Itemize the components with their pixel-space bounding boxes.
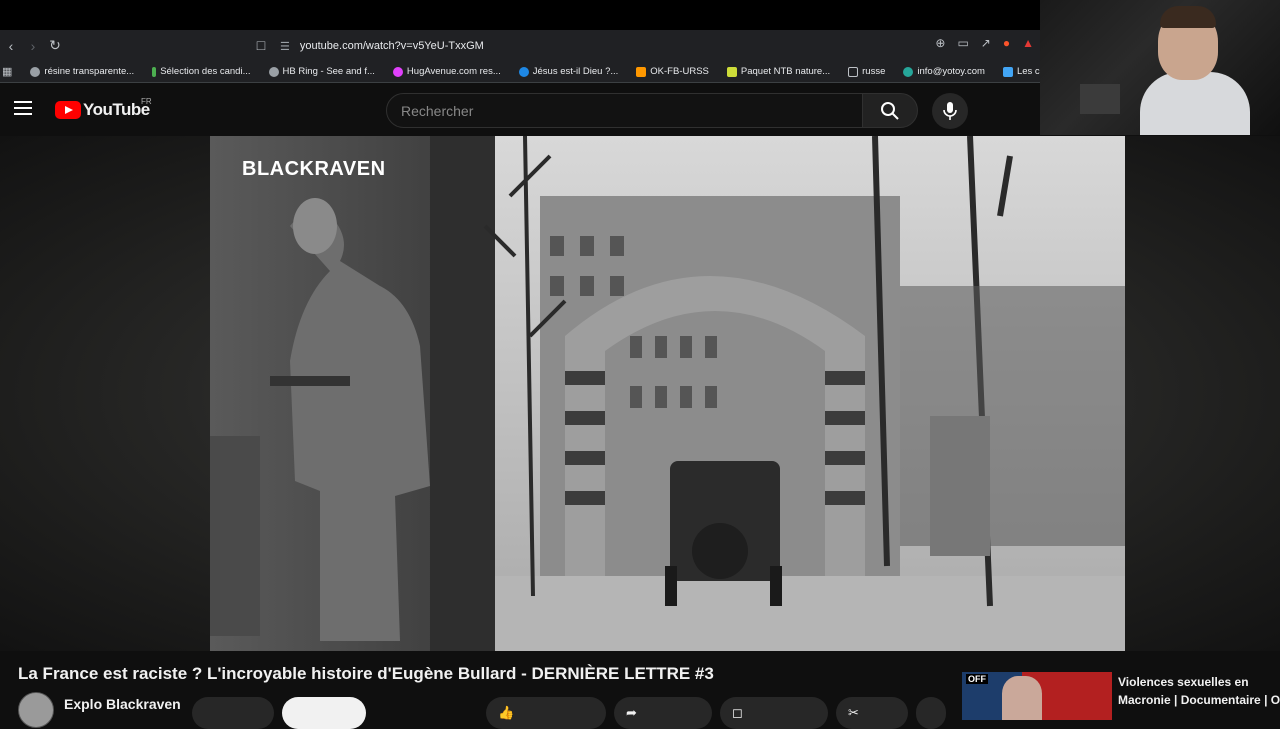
voice-search-button[interactable] [932,93,968,129]
search-button[interactable] [862,93,918,128]
recommended-title-line: Violences sexuelles en [1118,675,1249,689]
hamburger-menu-icon[interactable] [14,101,32,115]
back-icon[interactable]: ‹ [0,35,22,57]
bookmark-item[interactable]: Les concours d'aute... [1002,66,1040,77]
like-dislike-button[interactable]: 👍 [486,697,606,729]
url-text[interactable]: youtube.com/watch?v=v5YeU-TxxGM [300,40,484,52]
bookmark-item[interactable]: info@yotoy.com [903,66,985,77]
forward-icon[interactable]: › [22,35,44,57]
address-bar-actions: ⊕ ▭ ↗ ● ▲ [935,36,1034,50]
extension-brave-icon[interactable]: ● [1003,36,1010,50]
bookmark-item[interactable]: Jésus est-il Dieu ?... [518,66,618,77]
video-frame-image [210,136,1125,651]
thumbs-up-icon: 👍 [498,705,515,720]
webcam-person-hair [1160,6,1216,28]
webcam-overlay [1040,0,1280,135]
webcam-background-shelf [1080,84,1120,114]
recommended-video-thumbnail[interactable]: OFF [962,672,1112,720]
address-bar[interactable]: ☰ youtube.com/watch?v=v5YeU-TxxGM [280,34,484,58]
recommended-title-line: Macronie | Documentaire | OF [1118,693,1280,707]
bookmark-item[interactable]: OK-FB-URSS [636,66,709,77]
share-button[interactable]: ➦ [614,697,712,729]
bookmarks-bar: ▦ résine transparente... Sélection des c… [0,61,1040,83]
browser-toolbar: ‹ › ↻ □ ☰ youtube.com/watch?v=v5YeU-TxxG… [0,30,1040,61]
bookmark-favicon [152,66,157,77]
youtube-logo[interactable]: YouTube [55,100,150,120]
bookmark-favicon [636,66,647,77]
bookmark-item[interactable]: Sélection des candi... [152,66,251,77]
webcam-person-body [1140,72,1250,135]
clip-button[interactable]: ✂ [836,697,908,729]
recommended-video-title[interactable]: Violences sexuelles en Macronie | Docume… [1118,673,1280,709]
bookmark-item[interactable]: Paquet NTB nature... [726,66,830,77]
video-title: La France est raciste ? L'incroyable his… [18,664,714,683]
bookmark-favicon [518,66,529,77]
bookmark-favicon [903,66,914,77]
channel-watermark: BLACKRAVEN [242,158,386,180]
country-code: FR [141,97,152,106]
search-box[interactable] [386,93,864,128]
thumbnail-badge: OFF [966,674,988,684]
scissors-icon: ✂ [848,705,859,720]
search-input[interactable] [387,94,863,127]
save-button[interactable]: ◻ [720,697,828,729]
browser-title-strip [0,0,1040,30]
bookmark-item[interactable]: résine transparente... [30,66,134,77]
bookmark-favicon [268,66,279,77]
bookmark-favicon [1002,66,1013,77]
bookmark-favicon [30,66,41,77]
bookmark-favicon [726,66,737,77]
folder-icon [848,66,859,77]
subscribe-button[interactable] [282,697,366,729]
share-icon[interactable]: ↗ [981,36,991,50]
channel-avatar[interactable] [18,692,54,728]
microphone-icon [943,102,957,120]
save-icon: ◻ [732,705,743,720]
bookmark-star-icon[interactable]: □ [250,34,272,56]
video-player[interactable]: BLACKRAVEN [210,136,1125,651]
bookmark-folder[interactable]: russe [848,66,885,77]
youtube-header: YouTube FR [0,84,1040,136]
share-arrow-icon: ➦ [626,705,637,720]
bookmark-item[interactable]: HugAvenue.com res... [392,66,501,77]
zoom-icon[interactable]: ⊕ [935,36,945,50]
youtube-play-icon [55,101,81,119]
bookmark-favicon [392,66,403,77]
reload-icon[interactable]: ↻ [44,35,66,57]
join-button[interactable] [192,697,274,729]
extension-triangle-icon[interactable]: ▲ [1022,36,1034,50]
search-icon [881,101,899,120]
cast-icon[interactable]: ▭ [957,36,968,50]
bookmark-item[interactable]: HB Ring - See and f... [268,66,375,77]
apps-grid-icon[interactable]: ▦ [2,65,12,78]
channel-name[interactable]: Explo Blackraven [64,696,181,712]
thumbnail-portrait [1002,676,1042,720]
site-settings-icon[interactable]: ☰ [280,40,290,53]
more-actions-button[interactable] [916,697,946,729]
